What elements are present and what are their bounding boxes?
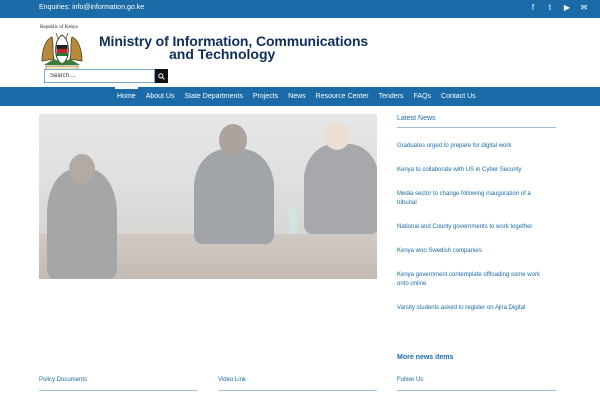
email-icon[interactable]: ✉ [580, 2, 588, 14]
coat-of-arms-icon [41, 32, 83, 71]
news-item[interactable]: Kenya to collaborate with US in Cyber Se… [397, 166, 547, 175]
enquiries-text: Enquiries: info@information.go.ke [39, 4, 145, 11]
nav-projects[interactable]: Projects [248, 87, 283, 106]
nav-contact-us[interactable]: Contact Us [436, 87, 481, 106]
ministry-title-line2: and Technology [169, 46, 276, 62]
coat-caption: Republic of Kenya [40, 25, 78, 30]
search-input[interactable] [44, 69, 155, 83]
social-links: f t ▶ ✉ [529, 2, 588, 14]
facebook-icon[interactable]: f [529, 2, 537, 14]
policy-documents-heading[interactable]: Policy Documents [39, 377, 198, 391]
site-header: Republic of Kenya Ministry of Informatio… [0, 18, 600, 87]
nav-about-us[interactable]: About Us [141, 87, 180, 106]
twitter-icon[interactable]: t [546, 2, 554, 14]
news-item[interactable]: Varsity students asked to register on Aj… [397, 304, 547, 313]
search-form [44, 69, 168, 83]
nav-tenders[interactable]: Tenders [374, 87, 409, 106]
news-list: Graduates urged to prepare for digital w… [397, 142, 556, 313]
nav-home[interactable]: Home [112, 87, 141, 106]
news-item[interactable]: Media sector to change following inaugur… [397, 190, 547, 208]
search-button[interactable] [155, 69, 168, 83]
latest-news-title: Latest News [397, 113, 556, 128]
youtube-icon[interactable]: ▶ [563, 2, 571, 14]
coat-of-arms-logo[interactable]: Republic of Kenya [38, 25, 86, 73]
hero-overlay [39, 114, 377, 279]
news-item[interactable]: Kenya government contemplate offloading … [397, 271, 547, 289]
nav-faqs[interactable]: FAQs [409, 87, 437, 106]
main-nav: Home About Us State Departments Projects… [0, 87, 600, 106]
video-link-heading[interactable]: Video Link [218, 377, 377, 391]
top-bar: Enquiries: info@information.go.ke f t ▶ … [0, 0, 600, 18]
news-item[interactable]: Graduates urged to prepare for digital w… [397, 142, 547, 151]
search-icon [158, 72, 165, 80]
nav-state-departments[interactable]: State Departments [179, 87, 247, 106]
follow-us-heading[interactable]: Follow Us [397, 377, 556, 391]
nav-news[interactable]: News [283, 87, 311, 106]
latest-news-sidebar: Latest News Graduates urged to prepare f… [397, 113, 556, 328]
more-news-link[interactable]: More news items [397, 354, 453, 361]
news-item[interactable]: National and County governments to work … [397, 223, 547, 232]
nav-resource-center[interactable]: Resource Center [311, 87, 374, 106]
news-item[interactable]: Kenya woo Swedish companies [397, 247, 547, 256]
